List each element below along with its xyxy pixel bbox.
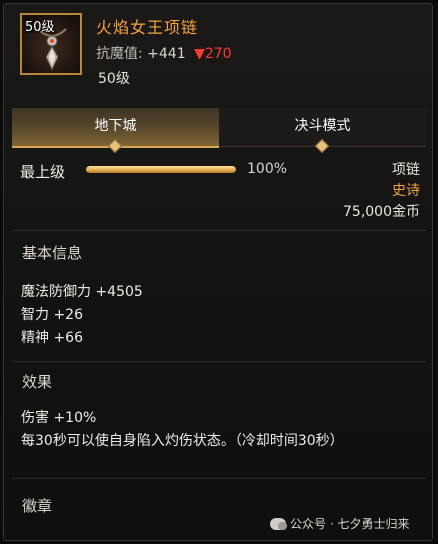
- effects-title: 效果: [22, 373, 53, 391]
- diamond-marker-icon: [314, 138, 330, 154]
- basic-info-line: 魔法防御力 +4505: [21, 284, 143, 300]
- item-level: 50级: [98, 71, 130, 87]
- tab-duel-label: 决斗模式: [294, 118, 351, 134]
- tab-dungeon[interactable]: 地下城: [12, 108, 219, 154]
- effect-line: 伤害 +10%: [21, 410, 97, 426]
- diamond-marker-icon: [107, 138, 123, 154]
- tab-dungeon-label: 地下城: [94, 118, 137, 134]
- divider: [12, 478, 426, 479]
- resist-drop: ▼270: [194, 46, 232, 62]
- tab-duel[interactable]: 决斗模式: [219, 108, 426, 154]
- wechat-icon: [270, 517, 287, 530]
- emblem-title: 徽章: [22, 497, 53, 515]
- item-rarity: 史诗: [392, 183, 420, 199]
- effect-line: 每30秒可以使自身陷入灼伤状态。（冷却时间30秒）: [21, 433, 344, 449]
- item-slot: 项链: [392, 162, 420, 178]
- basic-info-title: 基本信息: [22, 244, 83, 262]
- basic-info-line: 精神 +66: [21, 330, 83, 346]
- resist-value: +441: [147, 46, 186, 62]
- icon-level-badge: 50级: [25, 20, 55, 35]
- max-level-label: 最上级: [20, 163, 66, 181]
- mode-tabs: 地下城 决斗模式: [12, 108, 426, 154]
- divider: [12, 361, 426, 362]
- item-name: 火焰女王项链: [96, 18, 199, 37]
- resist-label: 抗魔值:: [96, 46, 143, 62]
- resist-stat: 抗魔值: +441 ▼270: [96, 43, 232, 63]
- item-tooltip-panel: 50级 火焰女王项链 抗魔值: +441 ▼270 50级 地下城 决斗模式 最…: [3, 3, 433, 541]
- divider: [12, 230, 426, 231]
- watermark-text: 公众号 · 七夕勇士归来: [290, 517, 410, 531]
- basic-info-line: 智力 +26: [21, 307, 83, 323]
- max-level-progress-bar: [86, 166, 236, 173]
- item-price: 75,000金币: [343, 204, 420, 220]
- item-icon-frame: 50级: [20, 13, 82, 75]
- max-level-progress-fill: [86, 166, 236, 173]
- watermark: 公众号 · 七夕勇士归来: [270, 515, 409, 532]
- max-level-percent: 100%: [247, 161, 288, 177]
